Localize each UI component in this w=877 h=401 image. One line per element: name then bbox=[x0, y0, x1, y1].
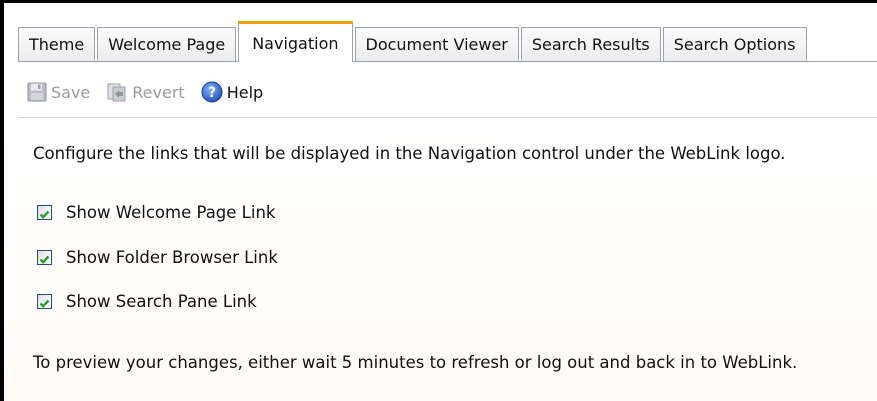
toolbar-divider bbox=[18, 117, 877, 118]
tab-navigation[interactable]: Navigation bbox=[238, 21, 353, 62]
tab-welcome-page[interactable]: Welcome Page bbox=[97, 27, 237, 61]
save-button[interactable]: Save bbox=[27, 82, 90, 102]
help-label: Help bbox=[226, 82, 264, 102]
show-search-pane-link-label: Show Search Pane Link bbox=[66, 292, 257, 311]
show-folder-browser-link-label: Show Folder Browser Link bbox=[66, 248, 278, 267]
floppy-disk-icon bbox=[27, 82, 47, 102]
toolbar: Save Revert ? Help bbox=[27, 75, 279, 109]
settings-panel: Theme Welcome Page Navigation Document V… bbox=[0, 0, 877, 401]
show-welcome-page-link-label: Show Welcome Page Link bbox=[66, 203, 276, 222]
tab-search-options[interactable]: Search Options bbox=[662, 27, 807, 61]
show-folder-browser-link-checkbox[interactable] bbox=[37, 250, 52, 265]
show-search-pane-link-checkbox[interactable] bbox=[37, 294, 52, 309]
help-circle-icon: ? bbox=[201, 81, 223, 103]
show-welcome-page-link-checkbox[interactable] bbox=[37, 205, 52, 220]
checkmark-icon bbox=[39, 210, 50, 219]
tab-strip: Theme Welcome Page Navigation Document V… bbox=[18, 19, 877, 62]
preview-note: To preview your changes, either wait 5 m… bbox=[33, 353, 798, 372]
help-button[interactable]: ? Help bbox=[201, 81, 263, 103]
show-folder-browser-link-option[interactable]: Show Folder Browser Link bbox=[37, 248, 278, 267]
checkmark-icon bbox=[39, 299, 50, 308]
checkmark-icon bbox=[39, 255, 50, 264]
save-label: Save bbox=[51, 82, 91, 102]
tab-search-results[interactable]: Search Results bbox=[520, 27, 661, 61]
revert-icon bbox=[106, 82, 128, 102]
show-welcome-page-link-option[interactable]: Show Welcome Page Link bbox=[37, 203, 275, 222]
description-text: Configure the links that will be display… bbox=[33, 144, 786, 163]
tab-theme[interactable]: Theme bbox=[18, 27, 96, 61]
revert-label: Revert bbox=[132, 82, 185, 102]
tab-document-viewer[interactable]: Document Viewer bbox=[354, 27, 519, 61]
show-search-pane-link-option[interactable]: Show Search Pane Link bbox=[37, 292, 257, 311]
svg-text:?: ? bbox=[208, 85, 216, 101]
revert-button[interactable]: Revert bbox=[106, 82, 185, 102]
